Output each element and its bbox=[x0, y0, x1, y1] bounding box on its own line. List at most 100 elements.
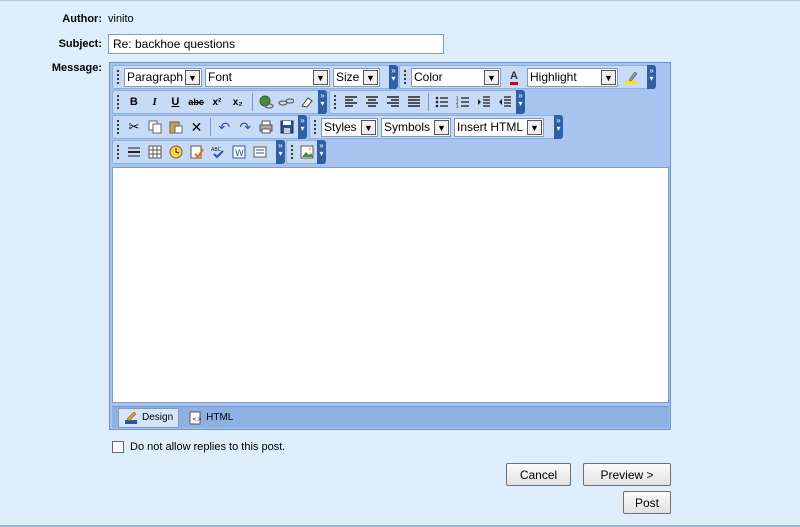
post-button[interactable]: Post bbox=[623, 491, 671, 514]
chevron-down-icon: ▼ bbox=[484, 69, 499, 85]
bold-button[interactable]: B bbox=[124, 92, 144, 112]
form-icon[interactable] bbox=[250, 142, 270, 162]
date-time-icon[interactable] bbox=[166, 142, 186, 162]
subscript-button[interactable]: x₂ bbox=[228, 92, 248, 112]
styles-select[interactable]: Styles ▼ bbox=[321, 117, 378, 137]
color-select-value: Color bbox=[414, 70, 443, 84]
spellcheck-icon[interactable] bbox=[187, 142, 207, 162]
editor-content-area[interactable] bbox=[112, 167, 669, 403]
design-tab[interactable]: Design bbox=[118, 407, 180, 428]
highlight-select-value: Highlight bbox=[530, 70, 577, 84]
bulleted-list-icon[interactable] bbox=[432, 92, 452, 112]
toolbar-color: Color ▼ A Highlight ▼ » ▾ bbox=[399, 65, 656, 89]
cancel-button[interactable]: Cancel bbox=[506, 463, 571, 486]
toolbar-insert: Styles ▼ Symbols ▼ Insert HTML ▼ » ▾ bbox=[309, 115, 563, 139]
toolbar-separator bbox=[210, 118, 212, 136]
font-color-icon[interactable]: A bbox=[504, 67, 524, 87]
chevron-down-icon: ▼ bbox=[601, 69, 616, 85]
undo-icon[interactable]: ↶ bbox=[214, 117, 234, 137]
chevron-down-icon: ▼ bbox=[185, 69, 200, 85]
toolbar-tools: ABC W » ▾ bbox=[112, 140, 285, 164]
align-left-icon[interactable] bbox=[341, 92, 361, 112]
symbols-select[interactable]: Symbols ▼ bbox=[381, 117, 451, 137]
subject-input[interactable] bbox=[108, 34, 444, 54]
print-icon[interactable] bbox=[256, 117, 276, 137]
author-label: Author: bbox=[62, 13, 102, 25]
toolbar-media: » ▾ bbox=[286, 140, 326, 164]
svg-text:3: 3 bbox=[456, 104, 459, 108]
editor-mode-bar: Design <> HTML bbox=[112, 406, 669, 428]
hyperlink-icon[interactable] bbox=[256, 92, 276, 112]
svg-text:<>: <> bbox=[192, 416, 201, 423]
toolbar-format: Paragraph ▼ Font ▼ Size ▼ » ▾ bbox=[112, 65, 398, 89]
svg-text:ABC: ABC bbox=[211, 147, 222, 153]
toolbar-grip[interactable] bbox=[115, 93, 121, 111]
copy-icon[interactable] bbox=[145, 117, 165, 137]
table-icon[interactable] bbox=[145, 142, 165, 162]
numbered-list-icon[interactable]: 123 bbox=[453, 92, 473, 112]
superscript-button[interactable]: x² bbox=[207, 92, 227, 112]
insert-image-icon[interactable] bbox=[298, 142, 316, 162]
word-count-icon[interactable]: W bbox=[229, 142, 249, 162]
html-tab[interactable]: <> HTML bbox=[183, 408, 238, 428]
chevron-down-icon: ▼ bbox=[527, 119, 542, 135]
color-select[interactable]: Color ▼ bbox=[411, 67, 501, 87]
preview-button[interactable]: Preview > bbox=[583, 463, 671, 486]
toolbar-overflow-icon[interactable]: » ▾ bbox=[318, 90, 327, 114]
insert-html-select[interactable]: Insert HTML ▼ bbox=[454, 117, 544, 137]
paragraph-select-value: Paragraph bbox=[127, 70, 184, 84]
justify-icon[interactable] bbox=[404, 92, 424, 112]
redo-icon[interactable]: ↷ bbox=[235, 117, 255, 137]
size-select-value: Size bbox=[336, 70, 360, 84]
toolbar-text-style: B I U abc x² x₂ » ▾ bbox=[112, 90, 327, 114]
eraser-icon[interactable] bbox=[297, 92, 317, 112]
toolbar-overflow-icon[interactable]: » ▾ bbox=[647, 65, 656, 89]
size-select[interactable]: Size ▼ bbox=[333, 67, 380, 87]
design-pencil-icon bbox=[124, 411, 138, 425]
font-select[interactable]: Font ▼ bbox=[205, 67, 330, 87]
toolbar-separator bbox=[251, 93, 253, 111]
toolbar-overflow-icon[interactable]: » ▾ bbox=[389, 65, 398, 89]
indent-icon[interactable] bbox=[474, 92, 494, 112]
chevron-down-icon: ▼ bbox=[363, 69, 378, 85]
toolbar-edit: ✂ ✕ ↶ ↷ » ▾ bbox=[112, 115, 307, 139]
svg-text:W: W bbox=[235, 149, 244, 159]
toolbar-overflow-icon[interactable]: » ▾ bbox=[276, 140, 285, 164]
toolbar-grip[interactable] bbox=[402, 68, 408, 86]
toolbar-overflow-icon[interactable]: » ▾ bbox=[554, 115, 563, 139]
toolbar-overflow-icon[interactable]: » ▾ bbox=[298, 115, 307, 139]
toolbar-overflow-icon[interactable]: » ▾ bbox=[317, 140, 326, 164]
symbols-select-value: Symbols bbox=[384, 120, 431, 134]
subject-label: Subject: bbox=[58, 38, 102, 50]
chevron-down-icon: ▼ bbox=[313, 69, 328, 85]
toolbar-grip[interactable] bbox=[115, 143, 121, 161]
align-center-icon[interactable] bbox=[362, 92, 382, 112]
toolbar-grip[interactable] bbox=[312, 118, 318, 136]
spelling-abc-icon[interactable]: ABC bbox=[208, 142, 228, 162]
no-replies-checkbox[interactable] bbox=[112, 441, 124, 453]
paragraph-select[interactable]: Paragraph ▼ bbox=[124, 67, 202, 87]
italic-button[interactable]: I bbox=[145, 92, 165, 112]
highlight-pen-icon[interactable] bbox=[621, 67, 641, 87]
toolbar-grip[interactable] bbox=[332, 93, 338, 111]
underline-button[interactable]: U bbox=[166, 92, 186, 112]
delete-icon[interactable]: ✕ bbox=[187, 117, 207, 137]
align-right-icon[interactable] bbox=[383, 92, 403, 112]
toolbar-alignment: 123 » ▾ bbox=[329, 90, 525, 114]
message-label: Message: bbox=[51, 62, 102, 74]
no-replies-label: Do not allow replies to this post. bbox=[130, 441, 286, 453]
unlink-icon[interactable] bbox=[276, 92, 296, 112]
author-value: vinito bbox=[108, 13, 134, 25]
toolbar-grip[interactable] bbox=[289, 143, 295, 161]
highlight-select[interactable]: Highlight ▼ bbox=[527, 67, 618, 87]
toolbar-grip[interactable] bbox=[115, 118, 121, 136]
horizontal-rule-icon[interactable] bbox=[124, 142, 144, 162]
outdent-icon[interactable] bbox=[495, 92, 515, 112]
save-icon[interactable] bbox=[277, 117, 297, 137]
cut-icon[interactable]: ✂ bbox=[124, 117, 144, 137]
toolbar-overflow-icon[interactable]: » ▾ bbox=[516, 90, 525, 114]
html-tab-label: HTML bbox=[206, 412, 234, 423]
toolbar-grip[interactable] bbox=[115, 68, 121, 86]
strikethrough-button[interactable]: abc bbox=[186, 92, 206, 112]
paste-icon[interactable] bbox=[166, 117, 186, 137]
